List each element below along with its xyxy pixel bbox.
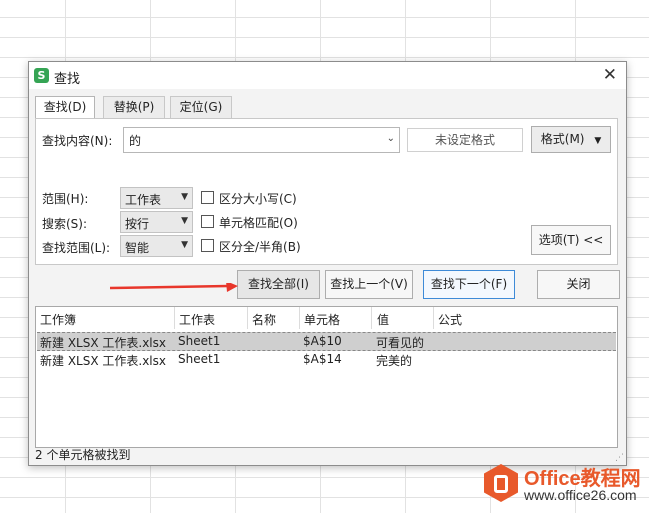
column-header-cell[interactable]: 单元格 — [304, 311, 340, 328]
table-row[interactable]: 新建 XLSX 工作表.xlsx Sheet1 $A$10 可看见的 — [37, 332, 616, 351]
cell-sheet: Sheet1 — [178, 352, 221, 366]
match-cell-checkbox[interactable] — [201, 215, 214, 228]
column-divider[interactable] — [299, 307, 300, 329]
column-header-formula[interactable]: 公式 — [438, 311, 462, 328]
caret-down-icon: ▼ — [181, 192, 188, 202]
column-divider[interactable] — [174, 307, 175, 329]
scope-select[interactable]: 工作表 ▼ — [120, 187, 193, 209]
format-button[interactable]: 格式(M) ▼ — [531, 126, 611, 153]
find-dialog: S 查找 ✕ 查找(D) 替换(P) 定位(G) 查找内容(N): 的 ⌄ 未设… — [28, 61, 627, 466]
look-in-value: 智能 — [125, 241, 150, 255]
look-in-label: 查找范围(L): — [42, 241, 111, 255]
close-button[interactable]: 关闭 — [537, 270, 620, 299]
column-header-name[interactable]: 名称 — [252, 311, 276, 328]
match-case-checkbox[interactable] — [201, 191, 214, 204]
caret-down-icon: ▼ — [594, 136, 602, 146]
find-content-label: 查找内容(N): — [42, 134, 113, 148]
tab-find[interactable]: 查找(D) — [35, 96, 95, 120]
find-next-button[interactable]: 查找下一个(F) — [423, 270, 515, 299]
dialog-title: 查找 — [54, 72, 81, 87]
cell-sheet: Sheet1 — [178, 334, 221, 348]
match-width-label: 区分全/半角(B) — [219, 240, 301, 254]
close-icon[interactable]: ✕ — [603, 65, 617, 85]
find-all-button[interactable]: 查找全部(I) — [237, 270, 320, 299]
watermark-logo: Office教程网 www.office26.com — [484, 462, 644, 510]
find-content-value: 的 — [129, 134, 142, 148]
wps-spreadsheet-icon: S — [34, 68, 49, 83]
find-content-input[interactable]: 的 ⌄ — [123, 127, 400, 153]
watermark-url: www.office26.com — [524, 487, 637, 503]
format-button-label: 格式(M) — [540, 132, 585, 146]
options-button[interactable]: 选项(T) << — [531, 225, 611, 255]
column-divider[interactable] — [433, 307, 434, 329]
search-order-select[interactable]: 按行 ▼ — [120, 211, 193, 233]
caret-down-icon: ▼ — [181, 240, 188, 250]
match-case-label: 区分大小写(C) — [219, 192, 297, 206]
column-header-value[interactable]: 值 — [377, 311, 389, 328]
tab-goto[interactable]: 定位(G) — [170, 96, 232, 118]
scope-value: 工作表 — [125, 193, 162, 207]
table-row[interactable]: 新建 XLSX 工作表.xlsx Sheet1 $A$14 完美的 — [37, 351, 616, 368]
look-in-select[interactable]: 智能 ▼ — [120, 235, 193, 257]
chevron-down-icon[interactable]: ⌄ — [387, 133, 395, 144]
cell-address: $A$10 — [303, 334, 342, 348]
column-header-sheet[interactable]: 工作表 — [179, 311, 215, 328]
column-divider[interactable] — [247, 307, 248, 329]
cell-value: 完美的 — [376, 354, 413, 368]
match-width-checkbox[interactable] — [201, 239, 214, 252]
column-header-workbook[interactable]: 工作簿 — [40, 311, 76, 328]
cell-address: $A$14 — [303, 352, 342, 366]
find-previous-button[interactable]: 查找上一个(V) — [325, 270, 413, 299]
cell-workbook: 新建 XLSX 工作表.xlsx — [40, 336, 166, 350]
match-cell-label: 单元格匹配(O) — [219, 216, 298, 230]
caret-down-icon: ▼ — [181, 216, 188, 226]
scope-label: 范围(H): — [42, 192, 89, 206]
search-order-value: 按行 — [125, 217, 150, 231]
cell-workbook: 新建 XLSX 工作表.xlsx — [40, 354, 166, 368]
find-tab-panel: 查找内容(N): 的 ⌄ 未设定格式 格式(M) ▼ 范围(H): 工作表 ▼ … — [35, 118, 618, 265]
arrow-head — [226, 283, 238, 292]
format-preview: 未设定格式 — [407, 128, 523, 152]
cell-value: 可看见的 — [376, 336, 425, 350]
office-logo-icon — [484, 464, 518, 502]
tab-replace[interactable]: 替换(P) — [103, 96, 165, 118]
column-divider[interactable] — [371, 307, 372, 329]
status-text: 2 个单元格被找到 — [35, 448, 131, 462]
arrow-shaft — [110, 284, 229, 290]
annotation-arrow — [110, 283, 238, 292]
dialog-titlebar: S 查找 ✕ — [29, 62, 626, 89]
results-list[interactable]: 工作簿 工作表 名称 单元格 值 公式 新建 XLSX 工作表.xlsx She… — [35, 306, 618, 448]
search-order-label: 搜索(S): — [42, 217, 88, 231]
